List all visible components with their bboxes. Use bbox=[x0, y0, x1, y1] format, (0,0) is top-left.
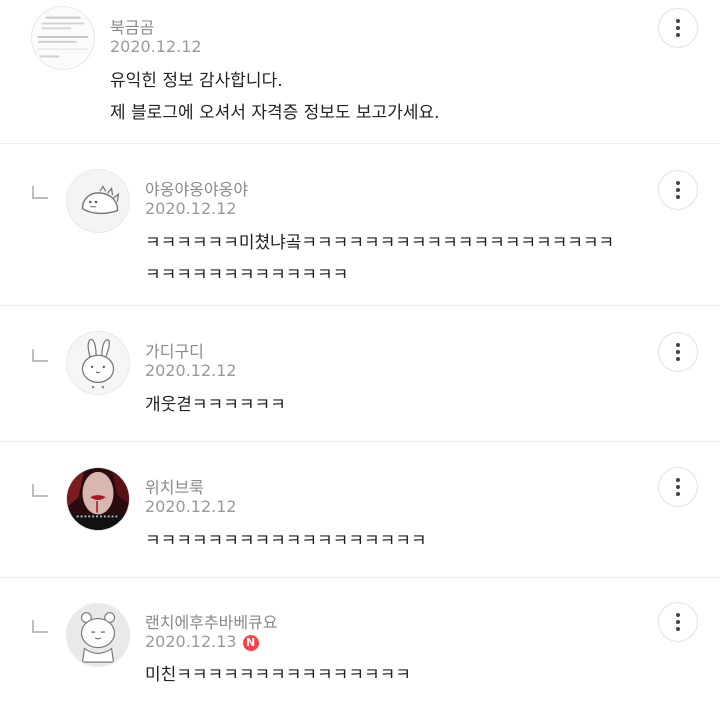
comment-date: 2020.12.12 bbox=[145, 361, 237, 380]
reply-item: 야옹야옹야옹야 2020.12.12 ㅋㅋㅋㅋㅋㅋ미쳤냐곸ㅋㅋㅋㅋㅋㅋㅋㅋㅋㅋㅋ… bbox=[0, 143, 720, 306]
comment-text-line: 미친ㅋㅋㅋㅋㅋㅋㅋㅋㅋㅋㅋㅋㅋㅋㅋ bbox=[145, 665, 411, 685]
rabbit-doodle-icon bbox=[67, 332, 129, 394]
more-options-icon bbox=[676, 613, 680, 617]
comment-text-line: ㅋㅋㅋㅋㅋㅋㅋㅋㅋㅋㅋㅋㅋ bbox=[145, 265, 349, 285]
comment-text-line: 제 블로그에 오셔서 자격증 정보도 보고가세요. bbox=[110, 103, 440, 123]
reply-arrow-icon bbox=[32, 484, 48, 497]
more-options-icon bbox=[676, 181, 680, 185]
comment-text: 미친ㅋㅋㅋㅋㅋㅋㅋㅋㅋㅋㅋㅋㅋㅋㅋ bbox=[145, 659, 411, 691]
reply-item: 위치브룩 2020.12.12 ㅋㅋㅋㅋㅋㅋㅋㅋㅋㅋㅋㅋㅋㅋㅋㅋㅋㅋ bbox=[0, 441, 720, 578]
reply-item: 랜치에후추바베큐요 2020.12.13 N 미친ㅋㅋㅋㅋㅋㅋㅋㅋㅋㅋㅋㅋㅋㅋㅋ bbox=[0, 577, 720, 703]
avatar[interactable] bbox=[66, 169, 130, 233]
comment-text-line: 유익힌 정보 감사합니다. bbox=[110, 71, 283, 91]
avatar[interactable] bbox=[66, 467, 130, 531]
comment-text: ㅋㅋㅋㅋㅋㅋㅋㅋㅋㅋㅋㅋㅋㅋㅋㅋㅋㅋ bbox=[145, 525, 427, 557]
comment-item: 북금곰 2020.12.12 유익힌 정보 감사합니다. 제 블로그에 오셔서 … bbox=[0, 0, 720, 144]
comment-text-line: ㅋㅋㅋㅋㅋㅋㅋㅋㅋㅋㅋㅋㅋㅋㅋㅋㅋㅋ bbox=[145, 531, 427, 551]
reply-item: 가디구디 2020.12.12 개웃겯ㅋㅋㅋㅋㅋㅋ bbox=[0, 305, 720, 442]
more-options-button[interactable] bbox=[658, 602, 698, 642]
avatar[interactable] bbox=[66, 331, 130, 395]
more-options-button[interactable] bbox=[658, 170, 698, 210]
more-options-button[interactable] bbox=[658, 8, 698, 48]
comment-author[interactable]: 야옹야옹야옹야 bbox=[145, 176, 248, 200]
new-badge: N bbox=[242, 635, 259, 651]
comment-author[interactable]: 가디구디 bbox=[145, 338, 204, 362]
avatar[interactable] bbox=[66, 603, 130, 667]
comment-text-line: 개웃겯ㅋㅋㅋㅋㅋㅋ bbox=[145, 395, 286, 415]
more-options-icon bbox=[676, 19, 680, 23]
more-options-icon bbox=[676, 343, 680, 347]
avatar[interactable] bbox=[31, 6, 95, 70]
reply-arrow-icon bbox=[32, 186, 48, 199]
document-thumbnail-icon bbox=[32, 7, 94, 69]
comment-date: 2020.12.13 N bbox=[145, 632, 259, 651]
comment-author[interactable]: 랜치에후추바베큐요 bbox=[145, 609, 277, 633]
comment-author[interactable]: 북금곰 bbox=[110, 14, 154, 38]
comment-text: 유익힌 정보 감사합니다. 제 블로그에 오셔서 자격증 정보도 보고가세요. bbox=[110, 65, 440, 129]
more-options-icon bbox=[676, 478, 680, 482]
comment-text-line: ㅋㅋㅋㅋㅋㅋ미쳤냐곸ㅋㅋㅋㅋㅋㅋㅋㅋㅋㅋㅋㅋㅋㅋㅋㅋㅋㅋㅋㅋ bbox=[145, 233, 615, 253]
comment-text: ㅋㅋㅋㅋㅋㅋ미쳤냐곸ㅋㅋㅋㅋㅋㅋㅋㅋㅋㅋㅋㅋㅋㅋㅋㅋㅋㅋㅋㅋ ㅋㅋㅋㅋㅋㅋㅋㅋㅋ… bbox=[145, 227, 614, 291]
reply-arrow-icon bbox=[32, 349, 48, 362]
comment-date-text: 2020.12.13 bbox=[145, 632, 237, 651]
comment-date: 2020.12.12 bbox=[145, 199, 237, 218]
comment-date: 2020.12.12 bbox=[145, 497, 237, 516]
comment-date: 2020.12.12 bbox=[110, 37, 202, 56]
dinosaur-doodle-icon bbox=[67, 170, 129, 232]
comment-text: 개웃겯ㅋㅋㅋㅋㅋㅋ bbox=[145, 389, 286, 421]
more-options-button[interactable] bbox=[658, 332, 698, 372]
more-options-button[interactable] bbox=[658, 467, 698, 507]
comment-author[interactable]: 위치브룩 bbox=[145, 474, 204, 498]
reply-arrow-icon bbox=[32, 620, 48, 633]
bear-doodle-icon bbox=[67, 604, 129, 666]
portrait-photo-icon bbox=[67, 468, 129, 530]
